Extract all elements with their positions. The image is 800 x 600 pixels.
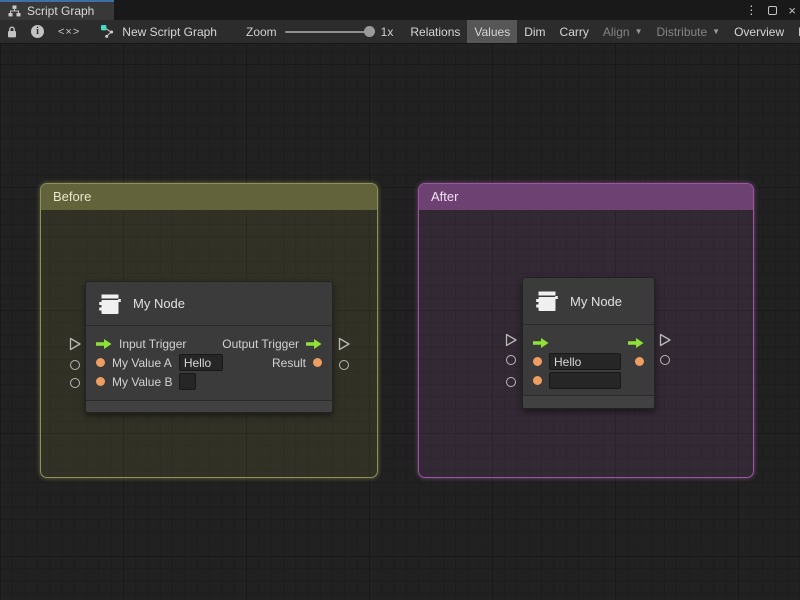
script-graph-icon — [100, 24, 115, 39]
result-port-icon[interactable] — [313, 358, 322, 367]
value-b-input[interactable] — [179, 373, 196, 390]
value-b-input[interactable] — [549, 372, 621, 389]
node-footer — [523, 396, 654, 408]
tab-bar: Script Graph ⋮ × — [0, 0, 800, 20]
zoom-slider[interactable] — [285, 31, 373, 33]
value-a-input[interactable] — [179, 354, 223, 371]
graph-hierarchy-icon — [8, 5, 21, 17]
unit-icon — [97, 291, 123, 317]
node-body — [523, 325, 654, 396]
group-after-header[interactable]: After — [419, 184, 753, 210]
zoom-control: Zoom 1x — [224, 20, 403, 43]
port-label-value-b: My Value B — [112, 375, 172, 389]
node-header[interactable]: My Node — [523, 278, 654, 325]
port-row-triggers: Input Trigger Output Trigger — [86, 334, 332, 353]
distribute-dropdown[interactable]: Distribute ▼ — [649, 20, 727, 43]
ext-input-trigger-port[interactable] — [69, 337, 82, 354]
align-label: Align — [603, 25, 630, 39]
ext-output-trigger-port[interactable] — [659, 333, 672, 350]
port-label-input-trigger: Input Trigger — [119, 337, 186, 351]
value-a-port-icon[interactable] — [96, 358, 105, 367]
zoom-value: 1x — [381, 25, 394, 39]
port-label-value-a: My Value A — [112, 356, 172, 370]
info-icon: i — [31, 25, 44, 38]
ext-value-b-port[interactable] — [70, 378, 80, 388]
tab-script-graph[interactable]: Script Graph — [0, 0, 114, 20]
values-button[interactable]: Values — [467, 20, 517, 43]
ext-result-port[interactable] — [660, 355, 670, 365]
node-body: Input Trigger Output Trigger My Value A … — [86, 326, 332, 401]
value-a-input[interactable] — [549, 353, 621, 370]
overview-button[interactable]: Overview — [727, 20, 791, 43]
lock-button[interactable] — [0, 20, 24, 43]
window-menu-icon[interactable]: ⋮ — [745, 3, 757, 17]
close-icon[interactable]: × — [788, 4, 796, 17]
port-row-value-b: My Value B — [86, 372, 332, 391]
result-port-icon[interactable] — [635, 357, 644, 366]
graph-canvas[interactable]: Before After My Node — [0, 44, 800, 600]
ext-value-b-port[interactable] — [506, 377, 516, 387]
port-row-value-a — [523, 352, 654, 371]
output-trigger-port-icon[interactable] — [306, 338, 322, 350]
inspect-button[interactable]: i — [24, 20, 51, 43]
port-label-output-trigger: Output Trigger — [222, 337, 299, 351]
edit-script-button[interactable]: <×> — [51, 20, 87, 43]
node-header[interactable]: My Node — [86, 282, 332, 326]
ext-input-trigger-port[interactable] — [505, 333, 518, 350]
input-trigger-port-icon[interactable] — [96, 338, 112, 350]
port-row-value-a: My Value A Result — [86, 353, 332, 372]
node-my-node-before[interactable]: My Node Input Trigger Output Trigger — [85, 281, 333, 413]
align-dropdown[interactable]: Align ▼ — [596, 20, 650, 43]
graph-toolbar: i <×> New Script Graph Zoom 1x Relations… — [0, 20, 800, 44]
tab-title: Script Graph — [27, 4, 94, 18]
fullscreen-button[interactable]: Full Screen — [791, 20, 800, 43]
node-footer — [86, 401, 332, 412]
output-trigger-port-icon[interactable] — [628, 337, 644, 349]
ext-value-a-port[interactable] — [506, 355, 516, 365]
code-icon: <×> — [58, 26, 80, 38]
chevron-down-icon: ▼ — [635, 27, 643, 36]
zoom-label: Zoom — [246, 25, 277, 39]
group-before-header[interactable]: Before — [41, 184, 377, 210]
port-row-value-b — [523, 371, 654, 390]
new-script-graph-label: New Script Graph — [122, 25, 217, 39]
value-b-port-icon[interactable] — [96, 377, 105, 386]
lock-icon — [7, 26, 17, 38]
chevron-down-icon: ▼ — [712, 27, 720, 36]
node-title: My Node — [133, 296, 185, 311]
value-a-port-icon[interactable] — [533, 357, 542, 366]
ext-result-port[interactable] — [339, 360, 349, 370]
ext-value-a-port[interactable] — [70, 360, 80, 370]
relations-button[interactable]: Relations — [403, 20, 467, 43]
ext-output-trigger-port[interactable] — [338, 337, 351, 354]
value-b-port-icon[interactable] — [533, 376, 542, 385]
new-script-graph-button[interactable]: New Script Graph — [87, 20, 224, 43]
unit-icon — [534, 288, 560, 314]
maximize-icon[interactable] — [768, 6, 777, 15]
zoom-slider-handle[interactable] — [364, 26, 375, 37]
window-controls: ⋮ × — [745, 0, 796, 20]
node-my-node-after[interactable]: My Node — [522, 277, 655, 409]
port-row-triggers — [523, 333, 654, 352]
carry-button[interactable]: Carry — [553, 20, 596, 43]
node-title: My Node — [570, 294, 622, 309]
input-trigger-port-icon[interactable] — [533, 337, 549, 349]
dim-button[interactable]: Dim — [517, 20, 552, 43]
port-label-result: Result — [272, 356, 306, 370]
distribute-label: Distribute — [656, 25, 707, 39]
